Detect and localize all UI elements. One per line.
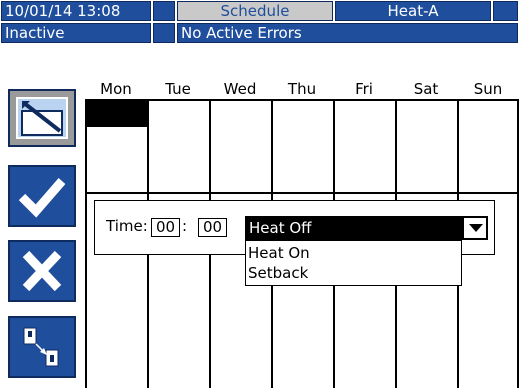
edit-button[interactable]: [8, 89, 76, 147]
header-spacer: [153, 1, 175, 21]
day-header-tue: Tue: [165, 80, 191, 98]
check-icon: [18, 178, 66, 218]
edit-icon: [16, 97, 68, 139]
mode-dropdown[interactable]: Heat Off: [245, 216, 488, 240]
day-header-wed: Wed: [223, 80, 257, 98]
selected-cell[interactable]: [85, 101, 147, 127]
time-label: Time:: [106, 217, 148, 235]
day-header-thu: Thu: [287, 80, 317, 98]
dropdown-selected-value: Heat Off: [247, 218, 464, 238]
mode-options-list: Heat On Setback: [245, 240, 462, 286]
accept-button[interactable]: [8, 165, 76, 227]
day-header-mon: Mon: [100, 80, 132, 98]
chevron-down-icon[interactable]: [466, 218, 486, 238]
day-header-fri: Fri: [355, 80, 373, 98]
time-separator: :: [182, 217, 188, 235]
option-setback[interactable]: Setback: [248, 263, 308, 283]
tab-schedule[interactable]: Schedule: [177, 1, 333, 21]
tab-heat-a[interactable]: Heat-A: [335, 1, 491, 21]
schedule-row-divider: [85, 192, 519, 194]
day-header-sat: Sat: [413, 80, 439, 98]
option-heat-on[interactable]: Heat On: [248, 243, 310, 263]
header-end-block: [493, 1, 518, 21]
screen-switch-button[interactable]: [8, 316, 76, 378]
datetime-display: 10/01/14 13:08: [1, 1, 151, 21]
cancel-button[interactable]: [8, 240, 76, 302]
error-status: No Active Errors: [177, 23, 518, 43]
minutes-field[interactable]: 00: [198, 218, 227, 237]
hours-field[interactable]: 00: [151, 218, 180, 237]
status-text: Inactive: [1, 23, 151, 43]
day-header-sun: Sun: [473, 80, 503, 98]
screen-switch-icon: [23, 327, 59, 367]
status-spacer: [153, 23, 175, 43]
x-icon: [22, 250, 62, 292]
